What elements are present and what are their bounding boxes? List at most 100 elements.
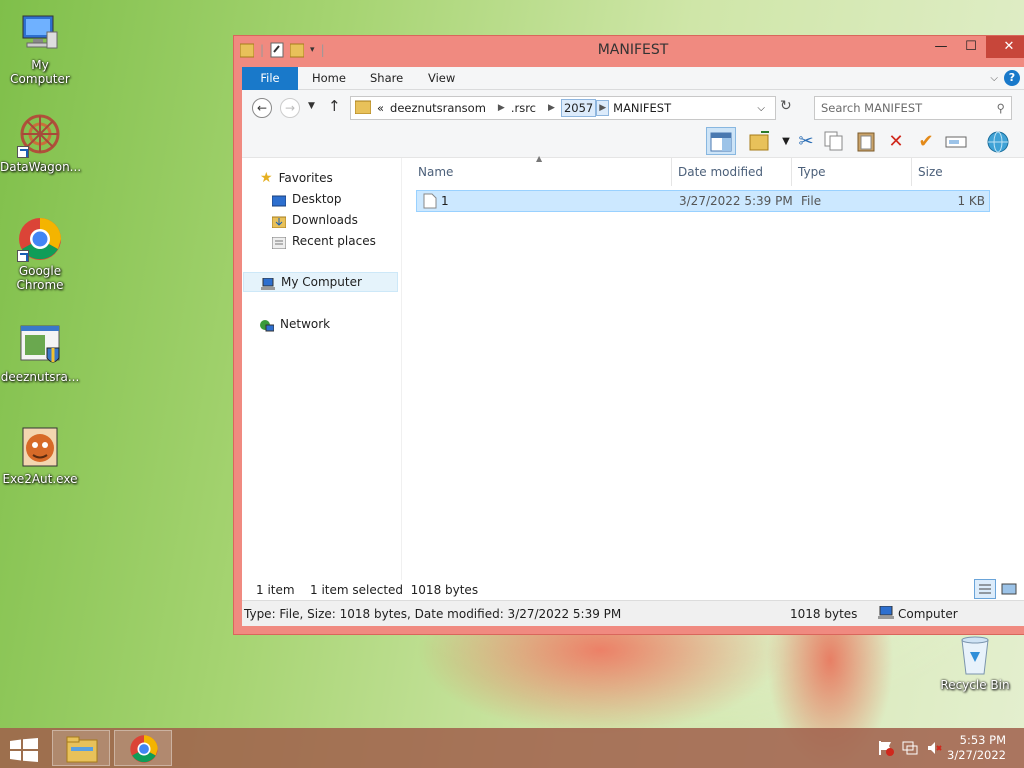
search-icon[interactable]: ⚲ <box>997 97 1005 119</box>
explorer-client: ← → ▼ ↑ « deeznutsransom ▶ .rsrc ▶ 2057 ▶ M… <box>242 90 1024 626</box>
desktop-icon-label: DataWagon... <box>0 160 82 174</box>
details-size: 1018 bytes <box>790 607 858 621</box>
nav-label: My Computer <box>281 275 362 289</box>
file-list: ▲ Name Date modified Type Size 1 3/27/20… <box>414 154 1016 580</box>
recent-places-icon <box>271 235 287 250</box>
desktop-icon-exe2aut[interactable]: Exe2Aut.exe <box>0 424 80 486</box>
exe2aut-icon <box>17 424 63 470</box>
delete-icon[interactable]: ✕ <box>884 130 908 154</box>
desktop-icon-deeznutsransom[interactable]: deeznutsra... <box>0 322 80 384</box>
shortcut-arrow-icon <box>17 146 29 158</box>
nav-label: Favorites <box>278 171 333 185</box>
computer-icon <box>878 605 894 623</box>
nav-my-computer[interactable]: My Computer <box>243 272 398 292</box>
address-dropdown-icon[interactable]: ⌵ <box>757 103 765 114</box>
large-icons-view-button[interactable] <box>1000 581 1020 599</box>
expand-ribbon-icon[interactable]: ⌵ <box>990 73 998 84</box>
file-explorer-icon <box>66 735 98 766</box>
taskbar: 5:53 PM 3/27/2022 <box>0 728 1024 768</box>
chevron-right-icon[interactable]: ▶ <box>596 100 610 116</box>
nav-recent-places[interactable]: Recent places <box>271 231 376 251</box>
desktop-icon-label: Recycle Bin <box>940 678 1010 692</box>
tab-home[interactable]: Home <box>300 67 358 90</box>
selection-summary: 1 item selected 1018 bytes <box>310 583 479 597</box>
star-icon: ★ <box>260 170 273 186</box>
table-row[interactable]: 1 3/27/2022 5:39 PM File 1 KB <box>416 190 990 212</box>
desktop-icon-datawagon[interactable]: DataWagon... <box>0 112 82 174</box>
address-prefix[interactable]: « <box>377 101 384 115</box>
chevron-right-icon[interactable]: ▶ <box>498 103 505 113</box>
paste-icon[interactable] <box>854 130 878 154</box>
taskbar-file-explorer[interactable] <box>52 730 110 766</box>
computer-icon <box>261 276 275 290</box>
clock[interactable]: 5:53 PM 3/27/2022 <box>947 733 1006 763</box>
desktop-icon-label: Google Chrome <box>16 264 64 292</box>
taskbar-chrome[interactable] <box>114 730 172 766</box>
details-view-button[interactable] <box>974 579 996 599</box>
status-bar: 1 item 1 item selected 1018 bytes <box>242 579 1024 600</box>
up-button[interactable]: ↑ <box>328 97 341 115</box>
nav-favorites[interactable]: ★ Favorites <box>260 168 333 188</box>
new-folder-icon[interactable] <box>748 130 772 154</box>
downloads-icon <box>271 214 287 229</box>
volume-muted-icon[interactable] <box>926 740 942 759</box>
desktop-icon-my-computer[interactable]: My Computer <box>0 10 80 86</box>
details-bar: Type: File, Size: 1018 bytes, Date modif… <box>242 600 1024 626</box>
nav-desktop[interactable]: Desktop <box>271 189 342 209</box>
column-header-type[interactable]: Type <box>794 158 912 186</box>
globe-icon[interactable] <box>986 130 1010 154</box>
desktop-icon-chrome[interactable]: Google Chrome <box>0 216 80 292</box>
nav-downloads[interactable]: Downloads <box>271 210 358 230</box>
ribbon-tabs: File Home Share View ⌵ ? <box>242 67 1024 90</box>
network-icon <box>260 318 275 332</box>
recent-locations-icon[interactable]: ▼ <box>308 101 315 111</box>
copy-icon[interactable] <box>822 130 846 154</box>
clock-time: 5:53 PM <box>959 733 1006 747</box>
desktop-icon-label: Exe2Aut.exe <box>2 472 78 486</box>
close-button[interactable]: ✕ <box>986 36 1024 58</box>
item-count: 1 item <box>256 583 295 597</box>
preview-pane-icon[interactable] <box>706 127 736 155</box>
column-header-name[interactable]: Name <box>414 158 672 186</box>
tab-share[interactable]: Share <box>358 67 415 90</box>
rename-icon[interactable] <box>944 130 968 154</box>
address-row: ← → ▼ ↑ « deeznutsransom ▶ .rsrc ▶ 2057 ▶ M… <box>242 90 1024 124</box>
back-button[interactable]: ← <box>252 98 272 118</box>
breadcrumb-segment[interactable]: .rsrc <box>511 101 536 115</box>
address-bar[interactable]: « deeznutsransom ▶ .rsrc ▶ 2057 ▶ MANIFEST … <box>350 96 776 120</box>
window-title: MANIFEST <box>597 42 669 58</box>
forward-button[interactable]: → <box>280 98 300 118</box>
system-tray: 5:53 PM 3/27/2022 <box>864 728 1024 768</box>
tab-view[interactable]: View <box>416 67 467 90</box>
breadcrumb-segment[interactable]: MANIFEST <box>613 101 671 115</box>
details-location: Computer <box>898 607 958 621</box>
file-name: 1 <box>441 194 449 208</box>
column-header-date-modified[interactable]: Date modified <box>674 158 792 186</box>
network-status-icon[interactable] <box>902 740 918 759</box>
cut-icon[interactable]: ✂ <box>794 130 818 154</box>
checkmark-icon[interactable]: ✔ <box>914 130 938 154</box>
windows-start-icon[interactable] <box>10 738 38 762</box>
nav-network[interactable]: Network <box>260 314 330 334</box>
nav-label: Recent places <box>292 234 376 248</box>
search-input[interactable]: Search MANIFEST ⚲ <box>814 96 1012 120</box>
desktop-icon-recycle-bin[interactable]: Recycle Bin <box>935 632 1015 692</box>
tab-file[interactable]: File <box>242 67 298 90</box>
chrome-icon <box>129 734 159 767</box>
help-icon[interactable]: ? <box>1004 70 1020 86</box>
explorer-window: | ▾ | MANIFEST — ☐ ✕ File Home Share Vie… <box>233 35 1024 635</box>
file-type: File <box>801 194 822 208</box>
refresh-icon[interactable]: ↻ <box>780 98 792 114</box>
maximize-button[interactable]: ☐ <box>956 36 986 58</box>
navigation-pane: ★ Favorites Desktop Downloads Recent pla… <box>242 158 402 580</box>
search-placeholder: Search MANIFEST <box>821 101 923 115</box>
minimize-button[interactable]: — <box>926 36 956 58</box>
breadcrumb-segment[interactable]: 2057 <box>560 99 597 117</box>
column-header-size[interactable]: Size <box>914 158 992 186</box>
chevron-right-icon[interactable]: ▶ <box>548 103 555 113</box>
recycle-bin-icon <box>952 632 998 676</box>
title-bar[interactable]: | ▾ | MANIFEST — ☐ ✕ <box>234 36 1024 66</box>
desktop-icon-label: deeznutsra... <box>0 370 80 384</box>
action-center-flag-icon[interactable] <box>878 740 894 759</box>
breadcrumb-segment[interactable]: deeznutsransom <box>390 101 486 115</box>
